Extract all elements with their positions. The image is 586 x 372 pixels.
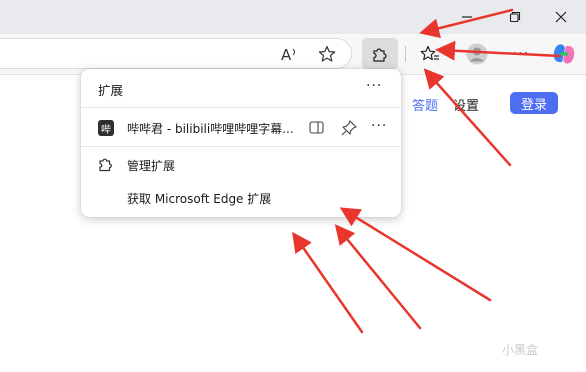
annotation-arrows: [292, 8, 562, 334]
annotation-arrow: [419, 8, 514, 39]
annotation-arrow: [339, 207, 492, 302]
watermark: 小黑盒: [502, 343, 539, 357]
annotation-arrow: [423, 68, 512, 167]
annotation-arrow: [435, 40, 562, 61]
annotation-arrow: [334, 224, 422, 330]
annotation-arrow: [292, 231, 364, 334]
